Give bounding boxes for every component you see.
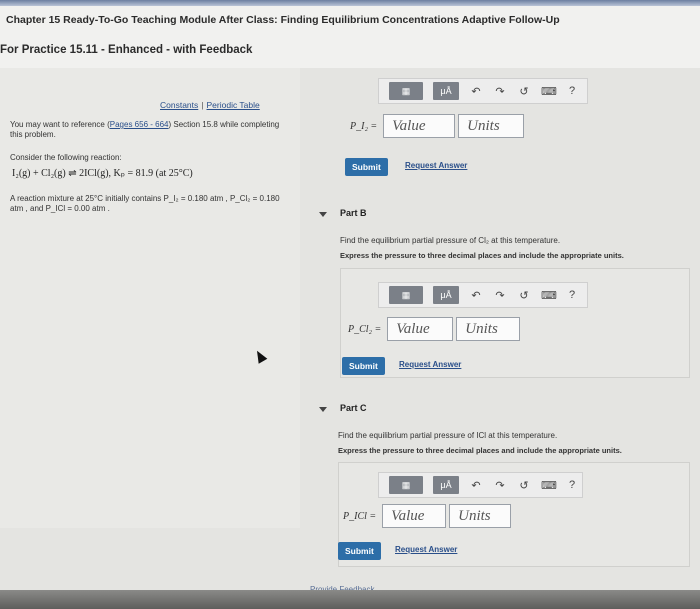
part-b-instructions: Express the pressure to three decimal pl… [340, 251, 624, 260]
ref-pre: You may want to reference ( [10, 120, 110, 129]
part-c-answer-row: P_ICl = Value Units [343, 504, 512, 528]
page-title: Chapter 15 Ready-To-Go Teaching Module A… [6, 14, 560, 26]
redo-icon[interactable]: ↷ [493, 289, 507, 302]
part-a-answer-row: P_I₂ = Value Units [350, 114, 525, 138]
help-icon[interactable]: ? [565, 85, 579, 97]
undo-icon[interactable]: ↶ [469, 85, 483, 98]
reference-text: You may want to reference (Pages 656 - 6… [10, 120, 290, 140]
constants-link[interactable]: Constants [160, 100, 198, 110]
part-b-request-answer-link[interactable]: Request Answer [399, 360, 461, 369]
part-b-collapse-icon[interactable] [319, 212, 327, 217]
page-header: Chapter 15 Ready-To-Go Teaching Module A… [0, 6, 700, 68]
undo-icon[interactable]: ↶ [469, 479, 483, 492]
help-icon[interactable]: ? [565, 289, 579, 301]
part-a-submit-button[interactable]: Submit [345, 158, 388, 176]
part-b-toolbar: ▦ μÅ ↶ ↷ ↺ ⌨ ? [378, 282, 588, 308]
part-a-toolbar: ▦ μÅ ↶ ↷ ↺ ⌨ ? [378, 78, 588, 104]
keyboard-icon[interactable]: ⌨ [541, 289, 557, 302]
part-b-value-field[interactable]: Value [387, 317, 454, 341]
link-separator: | [201, 100, 204, 110]
consider-text: Consider the following reaction: [10, 153, 122, 162]
units-button[interactable]: μÅ [433, 476, 459, 494]
problem-panel: Constants | Periodic Table You may want to… [0, 68, 300, 528]
part-c-units-field[interactable]: Units [449, 504, 512, 528]
page-subtitle: For Practice 15.11 - Enhanced - with Fee… [0, 44, 253, 56]
reaction-equation: I₂(g) + Cl₂(g) ⇌ 2ICl(g), Kₚ = 81.9 (at … [12, 168, 193, 179]
part-c-label[interactable]: Part C [340, 403, 367, 413]
units-button[interactable]: μÅ [433, 82, 459, 100]
screen-bottom-edge [0, 590, 700, 609]
keyboard-icon[interactable]: ⌨ [541, 479, 557, 492]
part-c-toolbar: ▦ μÅ ↶ ↷ ↺ ⌨ ? [378, 472, 583, 498]
part-c-submit-button[interactable]: Submit [338, 542, 381, 560]
part-c-instructions: Express the pressure to three decimal pl… [338, 446, 622, 455]
reset-icon[interactable]: ↺ [517, 85, 531, 98]
part-b-units-field[interactable]: Units [456, 317, 521, 341]
part-b-question: Find the equilibrium partial pressure of… [340, 236, 561, 245]
part-a-value-field[interactable]: Value [383, 114, 456, 138]
templates-button[interactable]: ▦ [389, 476, 423, 494]
help-icon[interactable]: ? [565, 479, 579, 491]
units-button[interactable]: μÅ [433, 286, 459, 304]
pages-link[interactable]: Pages 656 - 664 [110, 120, 169, 129]
keyboard-icon[interactable]: ⌨ [541, 85, 557, 98]
part-c-variable: P_ICl = [343, 510, 377, 522]
periodic-table-link[interactable]: Periodic Table [207, 100, 260, 110]
mixture-text: A reaction mixture at 25°C initially con… [10, 194, 280, 213]
part-b-submit-button[interactable]: Submit [342, 357, 385, 375]
reset-icon[interactable]: ↺ [517, 479, 531, 492]
part-b-answer-row: P_Cl₂ = Value Units [348, 317, 521, 341]
part-c-request-answer-link[interactable]: Request Answer [395, 545, 457, 554]
part-a-units-field[interactable]: Units [458, 114, 525, 138]
part-c-collapse-icon[interactable] [319, 407, 327, 412]
reset-icon[interactable]: ↺ [517, 289, 531, 302]
resource-links: Constants | Periodic Table [160, 100, 260, 110]
part-c-question: Find the equilibrium partial pressure of… [338, 431, 558, 440]
redo-icon[interactable]: ↷ [493, 479, 507, 492]
undo-icon[interactable]: ↶ [469, 289, 483, 302]
part-a-request-answer-link[interactable]: Request Answer [405, 161, 467, 170]
part-b-label[interactable]: Part B [340, 208, 367, 218]
templates-button[interactable]: ▦ [389, 286, 423, 304]
templates-button[interactable]: ▦ [389, 82, 423, 100]
main-content: Constants | Periodic Table You may want to… [0, 68, 700, 609]
part-b-variable: P_Cl₂ = [348, 323, 382, 335]
part-c-value-field[interactable]: Value [382, 504, 447, 528]
redo-icon[interactable]: ↷ [493, 85, 507, 98]
part-a-variable: P_I₂ = [350, 120, 378, 132]
